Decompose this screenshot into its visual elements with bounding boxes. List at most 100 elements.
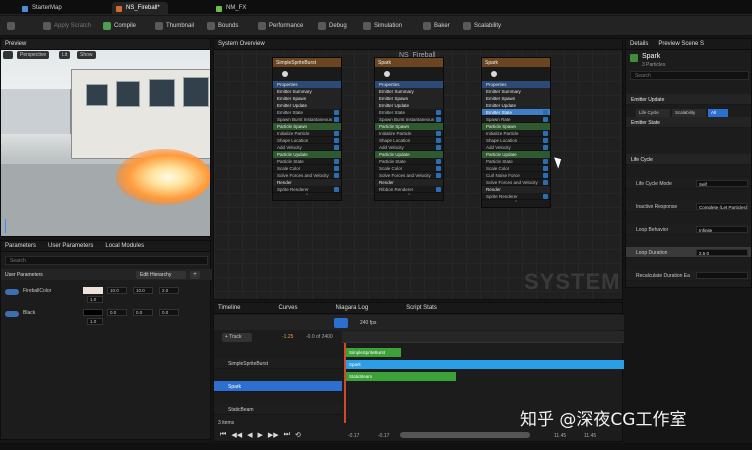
simulation-button[interactable]: Simulation	[360, 19, 405, 33]
module-enabled-checkbox[interactable]	[436, 166, 441, 171]
property-value-field[interactable]: Complete (Let Particles)	[696, 203, 748, 210]
module-enabled-checkbox[interactable]	[543, 131, 548, 136]
emitter-stage-header[interactable]: Emitter Spawn	[482, 95, 550, 102]
scalability-tab[interactable]: Scalability	[672, 109, 706, 117]
module-enabled-checkbox[interactable]	[334, 117, 339, 122]
property-value-field[interactable]: Infinite	[696, 226, 748, 233]
details-property-row[interactable]: Loop Behavior Infinite	[626, 224, 751, 235]
params-search-input[interactable]: Search	[5, 256, 208, 265]
emitter-module[interactable]: Emitter State	[375, 109, 443, 116]
emitter-title[interactable]: Spark	[482, 58, 550, 67]
edit-hierarchy-button[interactable]: Edit Hierarchy	[136, 271, 186, 279]
emitter-stage-header[interactable]: Emitter Summary	[273, 88, 341, 95]
tab-nm-fx[interactable]: NM_FX	[212, 2, 254, 15]
value-field[interactable]: 0.0	[107, 309, 127, 316]
tab-user-parameters[interactable]: User Parameters	[48, 243, 93, 249]
time-ruler[interactable]	[342, 331, 624, 343]
details-property-row[interactable]: Recalculate Duration Ea	[626, 270, 751, 281]
module-enabled-checkbox[interactable]	[334, 138, 339, 143]
emitter-module[interactable]: Initialize Particle	[375, 130, 443, 137]
life-cycle-tab[interactable]: Life Cycle	[636, 109, 670, 117]
all-tab[interactable]: All	[708, 109, 728, 117]
emitter-module[interactable]: Add Velocity	[375, 144, 443, 151]
emitter-stage-header[interactable]: Emitter Update	[375, 102, 443, 109]
emitter-stage-header[interactable]: Properties	[273, 81, 341, 88]
details-category[interactable]: Life Cycle	[626, 154, 751, 165]
module-enabled-checkbox[interactable]	[543, 173, 548, 178]
emitter-module[interactable]: Emitter State	[273, 109, 341, 116]
emitter-node[interactable]: Spark Properties Emitter Summary Emitter Sp…	[374, 57, 444, 201]
details-property-row[interactable]: Loop Duration 2.5 0	[626, 247, 751, 258]
emitter-module[interactable]: Curl Noise Force	[482, 172, 550, 179]
collapse-chevron-icon[interactable]: ⌃	[375, 193, 443, 200]
track-staticbeam[interactable]: StaticBeam	[214, 404, 342, 415]
module-enabled-checkbox[interactable]	[436, 173, 441, 178]
emitter-title[interactable]: SimpleSpriteBurst	[273, 58, 341, 67]
emitter-module[interactable]: Solve Forces and Velocity	[273, 172, 341, 179]
emitter-stage-header[interactable]: Emitter Update	[482, 102, 550, 109]
system-overview-tab[interactable]: System Overview	[214, 39, 622, 50]
value-field[interactable]: 0.0	[133, 309, 153, 316]
save-icon[interactable]	[4, 19, 18, 33]
property-value-field[interactable]: 2.5 0	[696, 249, 748, 256]
emitter-stage-header[interactable]: Emitter Spawn	[375, 95, 443, 102]
emitter-stage-header[interactable]: Properties	[375, 81, 443, 88]
tab-local-modules[interactable]: Local Modules	[105, 243, 144, 249]
module-enabled-checkbox[interactable]	[436, 110, 441, 115]
tab-details[interactable]: Details	[630, 41, 648, 47]
emitter-node[interactable]: Spark Properties Emitter Summary Emitter Sp…	[481, 57, 551, 208]
details-property-row[interactable]: Life Cycle Mode Self	[626, 178, 751, 189]
property-value-field[interactable]	[696, 272, 748, 279]
thumbnail-button[interactable]: Thumbnail	[152, 19, 197, 33]
emitter-module[interactable]: Particle State	[375, 158, 443, 165]
tab-timeline[interactable]: Timeline	[218, 305, 240, 311]
emitter-title[interactable]: Spark	[375, 58, 443, 67]
module-enabled-checkbox[interactable]	[543, 159, 548, 164]
emitter-stage-header[interactable]: Particle Update	[273, 151, 341, 158]
emitter-stage-header[interactable]: Particle Spawn	[273, 123, 341, 130]
emitter-node[interactable]: SimpleSpriteBurst Properties Emitter Summa…	[272, 57, 342, 201]
emitter-stage-header[interactable]: Render	[482, 186, 550, 193]
emitter-enabled-checkbox[interactable]	[630, 54, 638, 62]
skip-end-icon[interactable]: ⏭	[284, 431, 290, 439]
details-search-input[interactable]: Search	[630, 71, 749, 80]
module-enabled-checkbox[interactable]	[543, 180, 548, 185]
emitter-module[interactable]: Spawn Burst Instantaneous	[273, 116, 341, 123]
system-overview-graph[interactable]: System Overview NS_Fireball SYSTEM Simpl…	[213, 38, 623, 300]
property-value-field[interactable]: Self	[696, 180, 748, 187]
emitter-module[interactable]: Particle State	[273, 158, 341, 165]
module-enabled-checkbox[interactable]	[334, 145, 339, 150]
add-parameter-button[interactable]: +	[190, 271, 200, 279]
emitter-module[interactable]: Shape Location	[273, 137, 341, 144]
emitter-module[interactable]: Initialize Particle	[482, 130, 550, 137]
module-enabled-checkbox[interactable]	[543, 110, 548, 115]
tab-script-stats[interactable]: Script Stats	[406, 305, 437, 311]
module-enabled-checkbox[interactable]	[436, 138, 441, 143]
module-enabled-checkbox[interactable]	[543, 166, 548, 171]
module-enabled-checkbox[interactable]	[436, 187, 441, 192]
track-bar-simplespriteburst[interactable]: SimpleSpriteBurst	[346, 348, 401, 357]
emitter-module[interactable]: Particle State	[482, 158, 550, 165]
lit-button[interactable]: Lit	[59, 51, 71, 59]
emitter-update-section[interactable]: Emitter Update	[626, 94, 751, 105]
emitter-module[interactable]: Sprite Renderer	[482, 193, 550, 200]
module-enabled-checkbox[interactable]	[436, 159, 441, 164]
emitter-stage-header[interactable]: Render	[273, 179, 341, 186]
tab-niagara-log[interactable]: Niagara Log	[335, 305, 368, 311]
module-enabled-checkbox[interactable]	[436, 131, 441, 136]
emitter-stage-header[interactable]: Emitter Update	[273, 102, 341, 109]
emitter-stage-header[interactable]: Emitter Summary	[375, 88, 443, 95]
module-enabled-checkbox[interactable]	[543, 138, 548, 143]
emitter-stage-header[interactable]: Particle Update	[482, 151, 550, 158]
add-track-button[interactable]: + Track	[222, 333, 252, 342]
bounds-button[interactable]: Bounds	[204, 19, 241, 33]
module-enabled-checkbox[interactable]	[334, 187, 339, 192]
loop-icon[interactable]: ⟲	[295, 431, 301, 439]
emitter-module[interactable]: Solve Forces and Velocity	[375, 172, 443, 179]
value-field[interactable]: 10.0	[133, 287, 153, 294]
collapse-chevron-icon[interactable]: ⌃	[482, 200, 550, 207]
performance-button[interactable]: Performance	[255, 19, 306, 33]
emitter-module[interactable]: Spawn Rate	[482, 116, 550, 123]
emitter-module[interactable]: Ribbon Renderer	[375, 186, 443, 193]
alpha-field[interactable]: 1.0	[87, 296, 103, 303]
